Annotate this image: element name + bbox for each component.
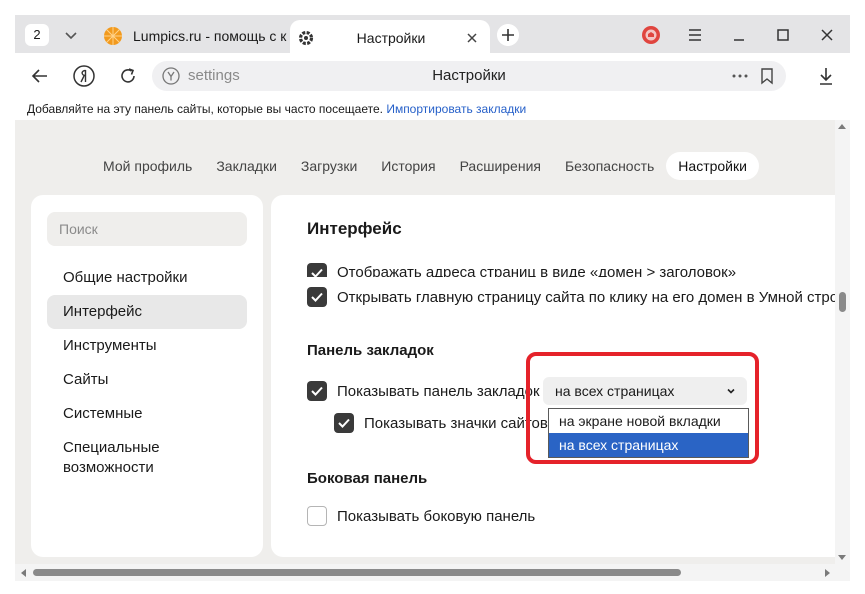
bookmarks-bar: Добавляйте на эту панель сайты, которые … bbox=[15, 98, 850, 120]
vertical-scroll-thumb[interactable] bbox=[839, 292, 846, 312]
settings-page: Мой профиль Закладки Загрузки История Ра… bbox=[15, 120, 835, 564]
sidebar-item-general[interactable]: Общие настройки bbox=[47, 268, 247, 292]
horizontal-scrollbar[interactable] bbox=[15, 564, 850, 581]
scroll-right-arrow-icon[interactable] bbox=[825, 569, 830, 577]
option-label: Показывать боковую панель bbox=[337, 507, 536, 525]
settings-top-nav: Мой профиль Закладки Загрузки История Ра… bbox=[15, 152, 835, 182]
option-label: Отображать адреса страниц в виде «домен … bbox=[337, 264, 737, 277]
browser-window: 2 Lumpics.ru - помощь с компьютером Наст… bbox=[15, 15, 850, 581]
checkmark-icon bbox=[311, 386, 323, 396]
nav-security[interactable]: Безопасность bbox=[553, 152, 666, 180]
settings-sidebar: Поиск Общие настройки Интерфейс Инструме… bbox=[31, 195, 263, 557]
checkbox-checked[interactable] bbox=[307, 287, 327, 307]
sidebar-item-interface[interactable]: Интерфейс bbox=[47, 295, 247, 329]
chevron-down-icon[interactable] bbox=[61, 25, 81, 45]
tab-strip: 2 Lumpics.ru - помощь с компьютером Наст… bbox=[15, 15, 850, 55]
sidebar-item-accessibility[interactable]: Специальные возможности bbox=[47, 438, 197, 482]
yandex-logo-icon[interactable] bbox=[71, 63, 97, 89]
section-title: Интерфейс bbox=[307, 219, 402, 238]
minimize-icon[interactable] bbox=[727, 23, 751, 47]
nav-extensions[interactable]: Расширения bbox=[448, 152, 553, 180]
bookmarks-bar-prompt: Добавляйте на эту панель сайты, которые … bbox=[27, 102, 387, 116]
option-show-site-icons[interactable]: Показывать значки сайтов bbox=[334, 413, 548, 433]
nav-profile[interactable]: Мой профиль bbox=[91, 152, 204, 180]
option-show-bookmarks-panel[interactable]: Показывать панель закладок bbox=[307, 381, 540, 401]
protect-shield-icon[interactable] bbox=[641, 25, 661, 45]
page-title: Настройки bbox=[432, 67, 506, 84]
option-label: Показывать панель закладок bbox=[337, 382, 540, 400]
option-open-home-by-domain[interactable]: Открывать главную страницу сайта по клик… bbox=[307, 287, 835, 307]
close-window-icon[interactable] bbox=[815, 23, 839, 47]
tab-lumpics[interactable]: Lumpics.ru - помощь с компьютером bbox=[97, 20, 287, 52]
checkbox-checked[interactable] bbox=[334, 413, 354, 433]
import-bookmarks-link[interactable]: Импортировать закладки bbox=[386, 102, 526, 116]
checkbox-checked[interactable] bbox=[307, 381, 327, 401]
option-address-format[interactable]: Отображать адреса страниц в виде «домен … bbox=[307, 263, 736, 277]
search-input[interactable]: Поиск bbox=[47, 212, 247, 246]
more-dots-icon[interactable] bbox=[730, 66, 750, 86]
tab-settings[interactable]: Настройки bbox=[290, 20, 490, 55]
orange-favicon-icon bbox=[104, 27, 122, 45]
horizontal-scroll-thumb[interactable] bbox=[33, 569, 681, 576]
checkbox-checked[interactable] bbox=[307, 263, 327, 277]
nav-history[interactable]: История bbox=[369, 152, 447, 180]
bookmark-icon[interactable] bbox=[758, 67, 776, 85]
checkbox-unchecked[interactable] bbox=[307, 506, 327, 526]
gear-icon bbox=[298, 30, 314, 45]
back-arrow-icon[interactable] bbox=[27, 63, 53, 89]
nav-bookmarks[interactable]: Закладки bbox=[204, 152, 289, 180]
option-label: Показывать значки сайтов bbox=[364, 414, 548, 432]
scroll-left-arrow-icon[interactable] bbox=[21, 569, 26, 577]
nav-downloads[interactable]: Загрузки bbox=[289, 152, 369, 180]
sidebar-item-tools[interactable]: Инструменты bbox=[47, 336, 247, 360]
address-bar[interactable]: settings Настройки bbox=[152, 61, 786, 91]
maximize-icon[interactable] bbox=[771, 23, 795, 47]
checkmark-icon bbox=[338, 418, 350, 428]
new-tab-plus-icon[interactable] bbox=[497, 24, 519, 46]
tab-title: Настройки bbox=[356, 29, 426, 46]
navigation-bar: settings Настройки bbox=[15, 53, 850, 98]
checkmark-icon bbox=[311, 268, 323, 277]
bookmarks-panel-title: Панель закладок bbox=[307, 342, 434, 359]
scroll-up-arrow-icon[interactable] bbox=[838, 124, 846, 129]
option-show-side-panel[interactable]: Показывать боковую панель bbox=[307, 506, 535, 526]
sidebar-item-system[interactable]: Системные bbox=[47, 404, 247, 428]
close-icon[interactable] bbox=[464, 30, 480, 46]
scroll-down-arrow-icon[interactable] bbox=[838, 555, 846, 560]
sidebar-item-sites[interactable]: Сайты bbox=[47, 370, 247, 394]
option-label: Открывать главную страницу сайта по клик… bbox=[337, 288, 835, 306]
reload-icon[interactable] bbox=[115, 63, 141, 89]
tab-count-badge[interactable]: 2 bbox=[25, 24, 49, 46]
menu-icon[interactable] bbox=[683, 23, 707, 47]
nav-settings[interactable]: Настройки bbox=[666, 152, 759, 180]
vertical-scrollbar[interactable] bbox=[835, 120, 850, 564]
side-panel-title: Боковая панель bbox=[307, 470, 428, 487]
highlight-frame bbox=[526, 352, 759, 464]
checkmark-icon bbox=[311, 292, 323, 302]
tab-title: Lumpics.ru - помощь с компьютером bbox=[133, 28, 287, 44]
download-icon[interactable] bbox=[815, 65, 837, 87]
